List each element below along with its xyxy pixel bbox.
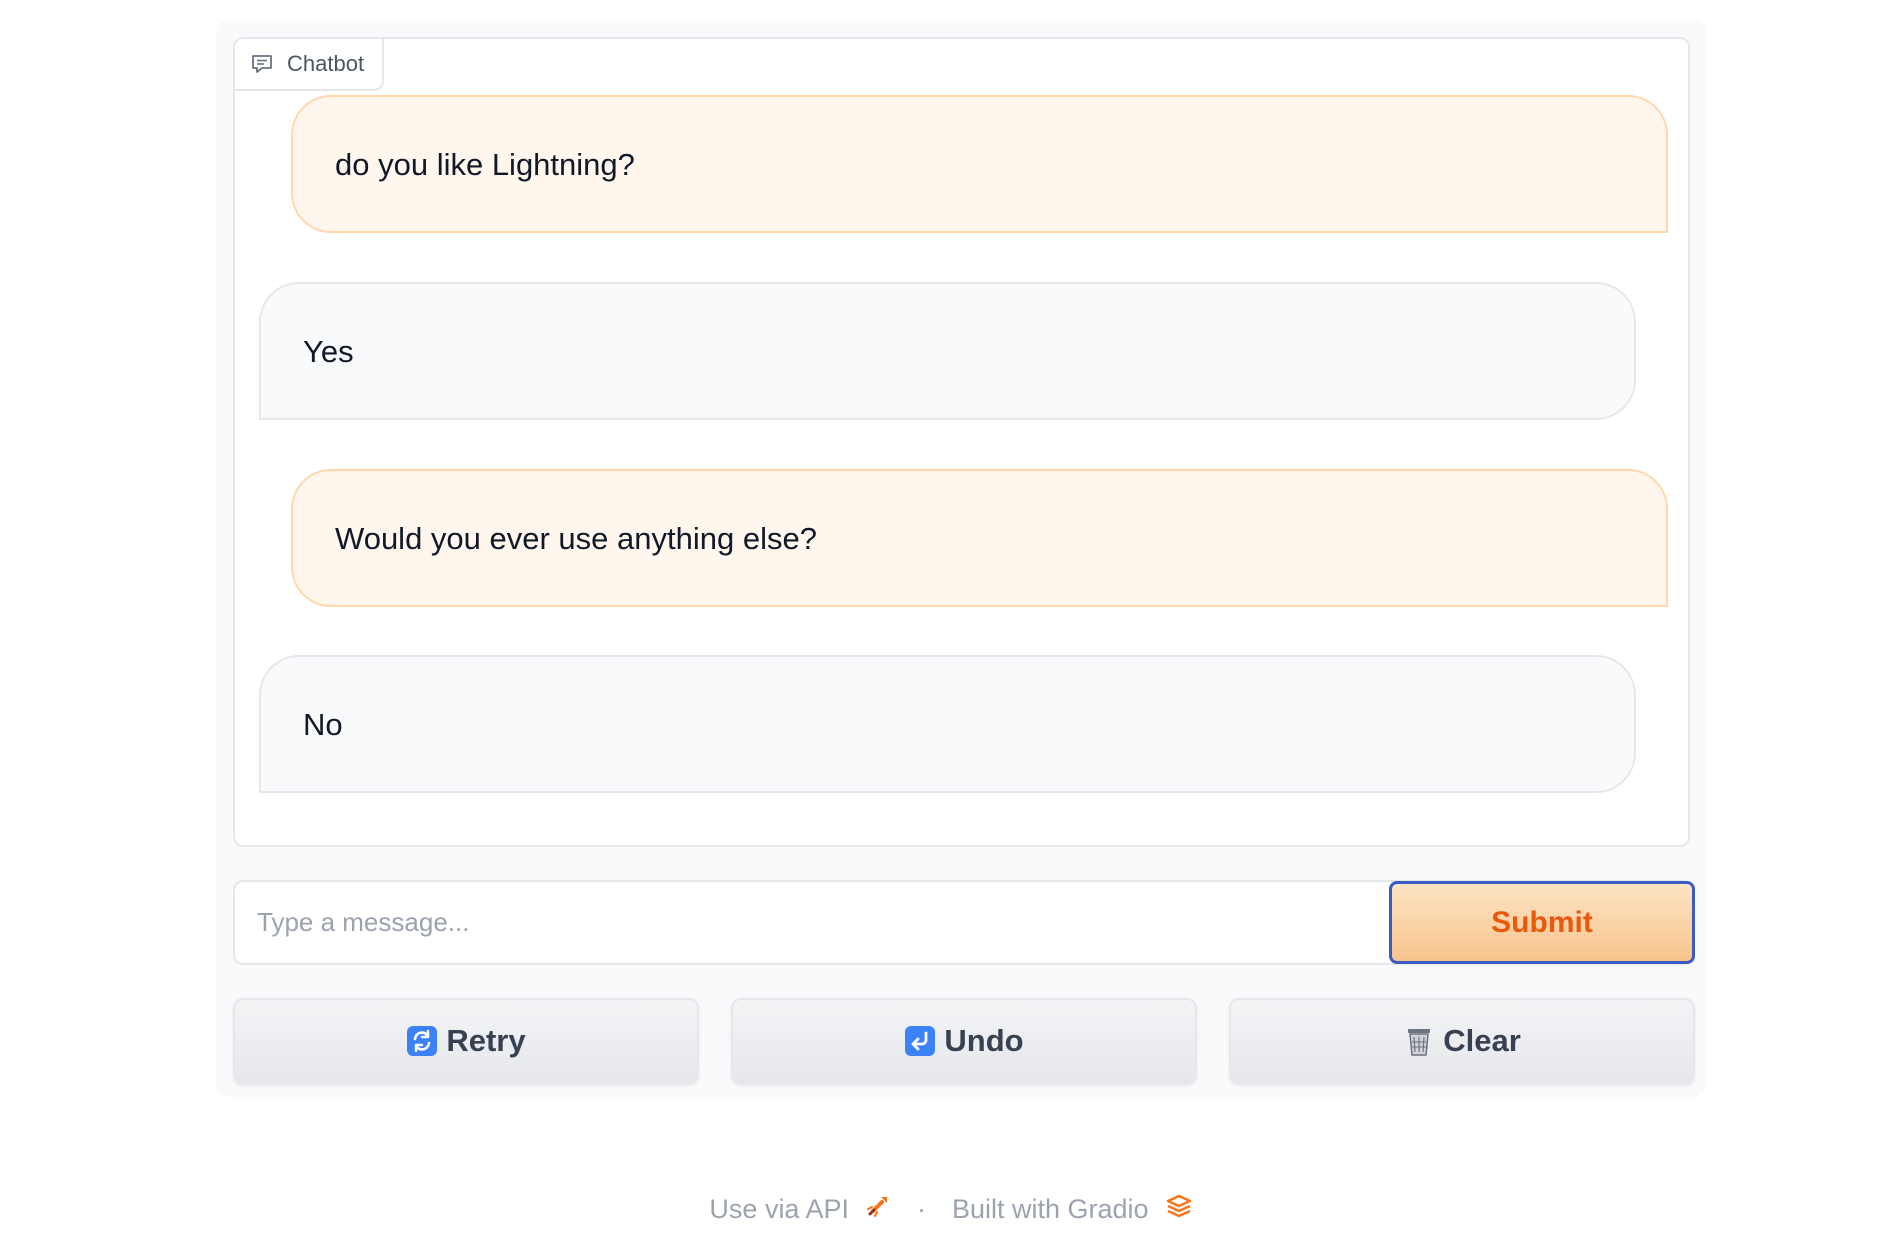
- use-via-api-link[interactable]: Use via API: [709, 1193, 891, 1226]
- bot-message: No: [259, 655, 1636, 793]
- built-with-gradio-link[interactable]: Built with Gradio: [952, 1193, 1193, 1226]
- chatbot-label-text: Chatbot: [287, 51, 365, 76]
- clear-button[interactable]: Clear: [1229, 998, 1695, 1084]
- message-text: do you like Lightning?: [335, 146, 635, 182]
- bot-message: Yes: [259, 282, 1636, 420]
- rocket-icon: [865, 1193, 891, 1226]
- footer-separator: ·: [916, 1194, 926, 1224]
- use-via-api-text: Use via API: [709, 1194, 849, 1224]
- message-input-row: Submit: [233, 880, 1695, 965]
- undo-arrow-icon: [904, 1025, 936, 1057]
- built-with-gradio-text: Built with Gradio: [951, 1194, 1149, 1224]
- undo-button[interactable]: Undo: [731, 998, 1197, 1084]
- message-text: No: [303, 706, 343, 742]
- trash-can-icon: [1403, 1025, 1435, 1057]
- chatbot-label: Chatbot: [235, 39, 385, 91]
- clear-label: Clear: [1443, 1023, 1521, 1058]
- undo-label: Undo: [944, 1023, 1024, 1058]
- gradio-logo-icon: [1165, 1193, 1193, 1226]
- retry-arrows-icon: [406, 1025, 438, 1057]
- user-message: do you like Lightning?: [291, 95, 1668, 233]
- user-message: Would you ever use anything else?: [291, 469, 1668, 607]
- message-text: Would you ever use anything else?: [335, 520, 817, 556]
- footer: Use via API · Built with Gradio: [0, 1193, 1902, 1226]
- retry-label: Retry: [446, 1023, 526, 1058]
- message-text: Yes: [303, 333, 354, 369]
- retry-button[interactable]: Retry: [233, 998, 699, 1084]
- message-input[interactable]: [235, 882, 1385, 963]
- chat-bubble-icon: [251, 54, 273, 74]
- submit-button[interactable]: Submit: [1389, 881, 1695, 964]
